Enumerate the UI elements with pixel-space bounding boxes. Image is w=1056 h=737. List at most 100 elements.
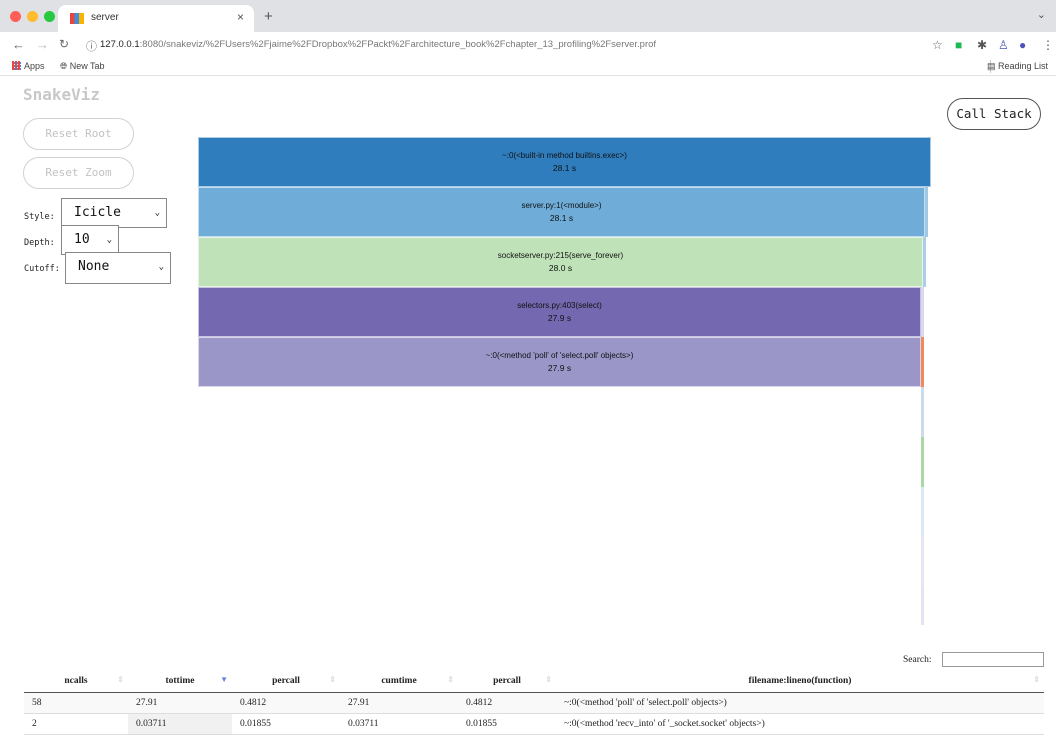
table-cell: 0.4812 [232, 692, 340, 714]
icicle-block[interactable]: ~:0(<method 'poll' of 'select.poll' obje… [198, 337, 921, 387]
extension-plus-icon[interactable]: ■ [955, 38, 962, 52]
url-path: :8080/snakeviz/%2FUsers%2Fjaime%2FDropbo… [139, 39, 657, 50]
minimize-window-button[interactable] [27, 11, 38, 22]
new-tab-button[interactable]: + [264, 8, 273, 25]
icicle-block-time: 27.9 s [547, 363, 572, 373]
sort-icon: ⇕ [545, 675, 552, 684]
icicle-sliver[interactable] [921, 337, 924, 387]
column-header-label: cumtime [381, 675, 417, 686]
chevron-down-icon: ⌄ [158, 262, 164, 272]
table-row[interactable]: 2 0.03711 0.01855 0.03711 0.01855 ~:0(<m… [24, 713, 1044, 735]
snakeviz-favicon-icon [70, 13, 84, 24]
bookmark-new-tab[interactable]: 🌐︎ New Tab [60, 61, 105, 72]
icicle-sliver[interactable] [921, 487, 924, 537]
snakeviz-logo: SnakeViz [23, 85, 101, 104]
tab-search-chevron-icon[interactable]: ⌄ [1037, 8, 1046, 21]
depth-select[interactable]: 10 ⌄ [61, 225, 119, 255]
icicle-block-time: 27.9 s [547, 313, 572, 323]
chevron-down-icon: ⌄ [106, 235, 112, 245]
forward-arrow-icon[interactable]: → [36, 37, 49, 52]
icicle-sliver[interactable] [921, 387, 924, 437]
table-cell: ~:0(<method 'poll' of 'select.poll' obje… [556, 692, 1044, 714]
url-field[interactable]: 127.0.0.1:8080/snakeviz/%2FUsers%2Fjaime… [100, 39, 656, 50]
icicle-block-name: ~:0(<method 'poll' of 'select.poll' obje… [485, 351, 634, 360]
table-cell: 0.01855 [232, 713, 340, 735]
icicle-block-time: 28.1 s [552, 163, 577, 173]
stats-table: ncalls ⇕ tottime ▼ percall ⇕ cumtime ⇕ perca… [24, 670, 1044, 735]
column-header-label: tottime [165, 675, 195, 686]
icicle-block-time: 28.0 s [548, 263, 573, 273]
close-window-button[interactable] [10, 11, 21, 22]
bookmark-apps-label: Apps [24, 61, 45, 71]
column-header-cumtime[interactable]: cumtime ⇕ [340, 670, 458, 693]
chevron-down-icon: ⌄ [154, 208, 160, 218]
icicle-block[interactable]: ~:0(<built-in method builtins.exec>) 28.… [198, 137, 931, 187]
icicle-block-name: socketserver.py:215(serve_forever) [497, 251, 624, 260]
bookmark-apps[interactable]: Apps [12, 61, 45, 71]
table-cell: 58 [24, 692, 128, 714]
table-cell: 0.03711 [340, 713, 458, 735]
depth-select-value: 10 [74, 232, 90, 247]
browser-tab[interactable]: server × [58, 5, 254, 32]
icicle-sliver[interactable] [921, 437, 924, 487]
reload-icon[interactable]: ↻ [59, 37, 69, 51]
cutoff-select-value: None [78, 259, 110, 274]
icicle-block[interactable]: server.py:1(<module>) 28.1 s [198, 187, 925, 237]
column-header-percall[interactable]: percall ⇕ [232, 670, 340, 693]
icicle-sliver[interactable] [923, 237, 926, 287]
sort-descending-icon: ▼ [220, 675, 228, 684]
reset-root-button[interactable]: Reset Root [23, 118, 134, 150]
extensions-puzzle-icon[interactable]: ✱ [977, 38, 987, 52]
tab-title: server [91, 12, 119, 23]
column-header-label: percall [272, 675, 300, 686]
table-cell: ~:0(<method 'recv_into' of '_socket.sock… [556, 713, 1044, 735]
icicle-sliver[interactable] [921, 537, 924, 587]
table-cell: 0.03711 [128, 713, 232, 735]
column-header-percall-cum[interactable]: percall ⇕ [458, 670, 556, 693]
sort-icon: ⇕ [117, 675, 124, 684]
site-info-icon[interactable]: ⓘ [86, 38, 97, 54]
icicle-chart: ~:0(<built-in method builtins.exec>) 28.… [198, 137, 932, 625]
browser-tab-bar: server × + ⌄ [0, 0, 1056, 32]
column-header-label: ncalls [64, 675, 88, 686]
table-header-row: ncalls ⇕ tottime ▼ percall ⇕ cumtime ⇕ perca… [24, 670, 1044, 693]
cutoff-select[interactable]: None ⌄ [65, 252, 171, 284]
cutoff-label: Cutoff: [24, 264, 60, 274]
reading-list-label: Reading List [997, 61, 1048, 71]
reset-zoom-button[interactable]: Reset Zoom [23, 157, 134, 189]
apps-grid-icon [12, 61, 21, 70]
call-stack-button[interactable]: Call Stack [947, 98, 1041, 130]
window-controls [10, 11, 55, 22]
search-input[interactable] [942, 652, 1044, 667]
style-select-value: Icicle [74, 205, 121, 220]
table-cell: 0.01855 [458, 713, 556, 735]
icicle-sliver[interactable] [921, 587, 924, 625]
column-header-tottime[interactable]: tottime ▼ [128, 670, 232, 693]
maximize-window-button[interactable] [44, 11, 55, 22]
icicle-block[interactable]: socketserver.py:215(serve_forever) 28.0 … [198, 237, 923, 287]
table-cell: 0.4812 [458, 692, 556, 714]
table-row[interactable]: 58 27.91 0.4812 27.91 0.4812 ~:0(<method… [24, 692, 1044, 714]
url-host: 127.0.0.1 [100, 39, 140, 50]
column-header-function[interactable]: filename:lineno(function) ⇕ [556, 670, 1044, 693]
sort-icon: ⇕ [329, 675, 336, 684]
browser-menu-icon[interactable]: ⋮ [1042, 38, 1054, 52]
bookmark-star-icon[interactable]: ☆ [932, 38, 943, 52]
icicle-block-name: ~:0(<built-in method builtins.exec>) [502, 151, 627, 160]
icicle-block-time: 28.1 s [549, 213, 574, 223]
reading-list-icon: ▤ [986, 61, 998, 71]
reading-list-button[interactable]: ▤ Reading List [987, 61, 1048, 72]
back-arrow-icon[interactable]: ← [12, 37, 25, 52]
style-select[interactable]: Icicle ⌄ [61, 198, 167, 228]
column-header-label: percall [493, 675, 521, 686]
icicle-block-name: server.py:1(<module>) [521, 201, 602, 210]
icicle-sliver[interactable] [921, 287, 924, 337]
icicle-block[interactable]: selectors.py:403(select) 27.9 s [198, 287, 921, 337]
style-label: Style: [24, 212, 55, 222]
column-header-ncalls[interactable]: ncalls ⇕ [24, 670, 128, 693]
extension-beaker-icon[interactable]: ♙ [998, 38, 1009, 52]
profile-avatar-icon[interactable]: ● [1019, 38, 1026, 52]
globe-icon: 🌐︎ [60, 61, 70, 71]
icicle-sliver[interactable] [925, 187, 928, 237]
tab-close-icon[interactable]: × [237, 10, 244, 24]
